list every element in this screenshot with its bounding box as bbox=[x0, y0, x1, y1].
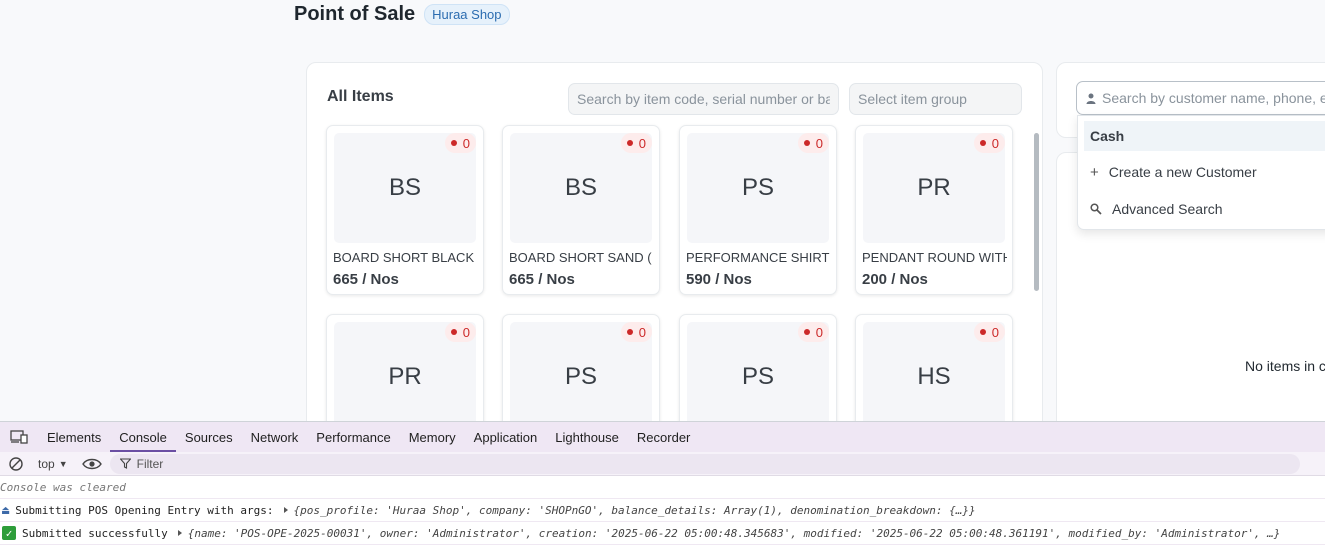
stock-dot-icon bbox=[979, 140, 986, 146]
stock-dot-icon bbox=[626, 329, 633, 335]
stock-badge: 0 bbox=[444, 133, 476, 153]
tab-sources[interactable]: Sources bbox=[176, 422, 242, 452]
stock-dot-icon bbox=[626, 140, 633, 146]
empty-cart-text: No items in cart bbox=[1245, 358, 1325, 374]
context-select[interactable]: top ▼ bbox=[32, 457, 74, 471]
stock-dot-icon bbox=[979, 329, 986, 335]
filter-icon bbox=[119, 458, 131, 469]
page-title: Point of Sale bbox=[294, 3, 416, 25]
item-card[interactable]: BS 0 BOARD SHORT SAND ( 665 / Nos bbox=[502, 125, 660, 295]
item-group-select[interactable] bbox=[849, 83, 1022, 115]
stock-badge: 0 bbox=[797, 322, 829, 342]
item-card[interactable]: BS 0 BOARD SHORT BLACK 665 / Nos bbox=[326, 125, 484, 295]
item-name: BOARD SHORT BLACK bbox=[333, 250, 475, 265]
item-price: 665 / Nos bbox=[333, 271, 399, 288]
item-name: PERFORMANCE SHIRT bbox=[686, 250, 830, 265]
item-name: PENDANT ROUND WITH bbox=[862, 250, 1007, 265]
tab-elements[interactable]: Elements bbox=[38, 422, 110, 452]
tab-lighthouse[interactable]: Lighthouse bbox=[546, 422, 628, 452]
tab-console[interactable]: Console bbox=[110, 422, 176, 452]
tab-performance[interactable]: Performance bbox=[307, 422, 399, 452]
item-price: 200 / Nos bbox=[862, 271, 928, 288]
search-icon bbox=[1090, 203, 1102, 215]
stock-badge: 0 bbox=[973, 322, 1005, 342]
info-icon: ⏏ bbox=[2, 503, 10, 517]
plus-icon: + bbox=[1090, 163, 1099, 181]
item-search-input[interactable] bbox=[568, 83, 839, 115]
stock-badge: 0 bbox=[973, 133, 1005, 153]
expand-arrow-icon[interactable] bbox=[283, 507, 288, 513]
expand-arrow-icon[interactable] bbox=[177, 530, 182, 536]
devtools-panel: Elements Console Sources Network Perform… bbox=[0, 421, 1325, 552]
tab-application[interactable]: Application bbox=[465, 422, 547, 452]
user-icon bbox=[1086, 93, 1096, 104]
console-toolbar: top ▼ Filter bbox=[0, 452, 1325, 476]
log-object[interactable]: {name: 'POS-OPE-2025-00031', owner: 'Adm… bbox=[188, 527, 1281, 540]
device-toolbar-icon[interactable] bbox=[0, 422, 38, 452]
item-card[interactable]: PS 0 PERFORMANCE SHIRT 590 / Nos bbox=[679, 125, 837, 295]
tab-recorder[interactable]: Recorder bbox=[628, 422, 699, 452]
dropdown-arrow-icon: ▼ bbox=[58, 458, 68, 469]
console-log-line: ✓ Submitted successfully {name: 'POS-OPE… bbox=[0, 522, 1325, 545]
item-price: 665 / Nos bbox=[509, 271, 575, 288]
console-log-line: ⏏ Submitting POS Opening Entry with args… bbox=[0, 499, 1325, 522]
create-customer-option[interactable]: + Create a new Customer bbox=[1084, 157, 1325, 187]
tab-network[interactable]: Network bbox=[242, 422, 308, 452]
eye-icon[interactable] bbox=[81, 457, 102, 471]
item-name: BOARD SHORT SAND ( bbox=[509, 250, 652, 265]
stock-badge: 0 bbox=[620, 322, 652, 342]
tab-memory[interactable]: Memory bbox=[400, 422, 465, 452]
stock-dot-icon bbox=[803, 140, 810, 146]
advanced-search-option[interactable]: Advanced Search bbox=[1084, 194, 1325, 224]
clear-console-icon[interactable] bbox=[8, 456, 24, 472]
log-object[interactable]: {pos_profile: 'Huraa Shop', company: 'SH… bbox=[294, 504, 976, 517]
stock-dot-icon bbox=[450, 329, 457, 335]
item-price: 590 / Nos bbox=[686, 271, 752, 288]
console-cleared-line: Console was cleared bbox=[0, 476, 1325, 499]
page-header: Point of Sale Huraa Shop bbox=[294, 3, 510, 26]
stock-badge: 0 bbox=[444, 322, 476, 342]
check-icon: ✓ bbox=[2, 526, 16, 540]
customer-search[interactable] bbox=[1076, 81, 1325, 115]
items-panel: All Items BS 0 BOARD SHORT BLACK 665 / N… bbox=[306, 62, 1043, 442]
customer-dropdown: Cash + Create a new Customer Advanced Se… bbox=[1077, 115, 1325, 230]
items-scrollbar[interactable] bbox=[1032, 125, 1040, 441]
items-scrollbar-thumb[interactable] bbox=[1034, 133, 1039, 291]
stock-badge: 0 bbox=[797, 133, 829, 153]
items-title: All Items bbox=[327, 88, 394, 105]
customer-search-input[interactable] bbox=[1102, 90, 1325, 106]
console-filter[interactable]: Filter bbox=[109, 453, 1300, 474]
item-card[interactable]: PR 0 PENDANT ROUND WITH 200 / Nos bbox=[855, 125, 1013, 295]
pos-profile-badge: Huraa Shop bbox=[424, 4, 510, 25]
stock-badge: 0 bbox=[620, 133, 652, 153]
stock-dot-icon bbox=[450, 140, 457, 146]
stock-dot-icon bbox=[803, 329, 810, 335]
customer-option-cash[interactable]: Cash bbox=[1084, 121, 1325, 151]
devtools-tabbar: Elements Console Sources Network Perform… bbox=[0, 422, 1325, 452]
